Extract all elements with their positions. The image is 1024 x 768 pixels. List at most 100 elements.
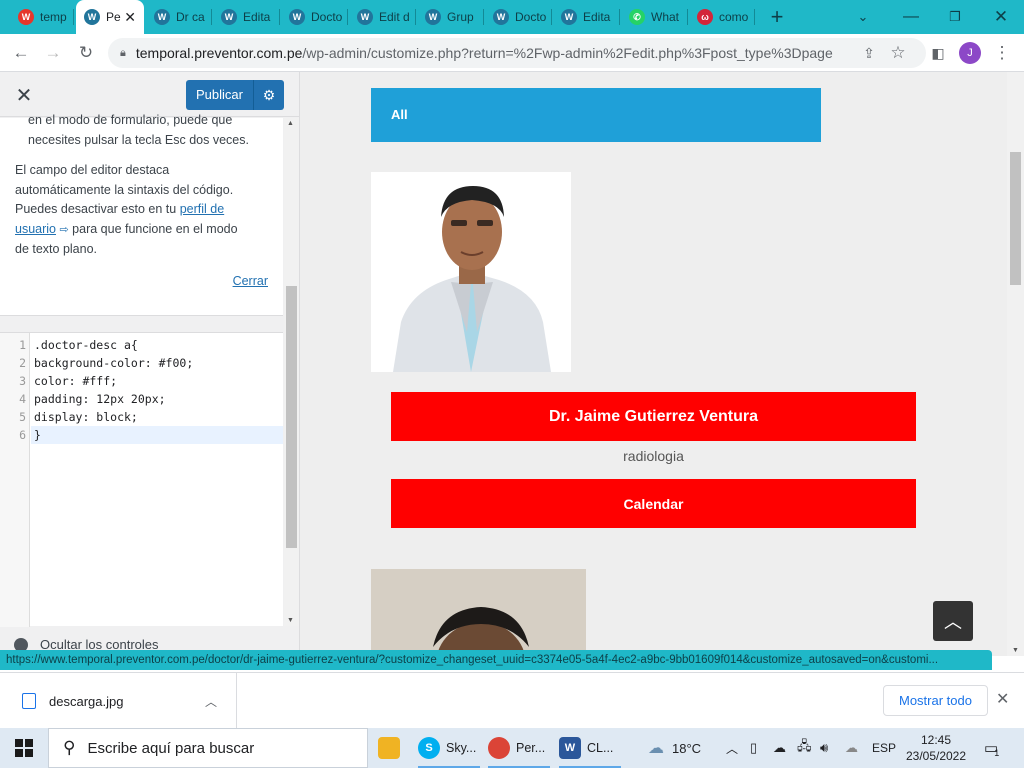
tab-whatsapp[interactable]: ✆ What xyxy=(621,0,688,34)
panel-scroll-thumb[interactable] xyxy=(286,286,297,548)
css-code-editor[interactable]: 1 2 3 4 5 6 .doctor-desc a{ background-c… xyxy=(0,332,283,627)
tab-active[interactable]: W Pe ✕ xyxy=(76,0,144,34)
close-help-link[interactable]: Cerrar xyxy=(233,274,268,288)
tab-grup[interactable]: W Grup xyxy=(417,0,484,34)
preview-scroll-thumb[interactable] xyxy=(1010,152,1021,285)
code-editor-help: en el modo de formulario, puede que nece… xyxy=(0,113,283,316)
code-line[interactable]: display: block; xyxy=(34,408,138,426)
address-bar[interactable]: 🔒︎ temporal.preventor.com.pe/wp-admin/cu… xyxy=(108,38,926,68)
code-line[interactable]: padding: 12px 20px; xyxy=(34,390,166,408)
battery-icon[interactable]: ▯ xyxy=(750,728,757,768)
calendar-button[interactable]: Calendar xyxy=(391,479,916,528)
profile-link-2[interactable]: usuario xyxy=(15,222,56,236)
tab-edita-2[interactable]: W Edita xyxy=(553,0,620,34)
tab-edit-d[interactable]: W Edit d xyxy=(349,0,416,34)
wordpress-icon: W xyxy=(357,9,373,25)
doctor-name-link[interactable]: Dr. Jaime Gutierrez Ventura xyxy=(391,392,916,441)
clock[interactable]: 12:45 23/05/2022 xyxy=(904,732,968,764)
forward-icon[interactable]: → xyxy=(40,40,66,66)
panel-scrollbar[interactable]: ▲ ▼ xyxy=(284,118,299,626)
back-icon[interactable]: ← xyxy=(8,40,34,66)
skype-icon: S xyxy=(418,737,440,759)
line-number: 1 xyxy=(19,338,26,352)
preview-scrollbar[interactable]: ▼ xyxy=(1007,72,1024,656)
profile-link[interactable]: perfil de xyxy=(180,202,224,216)
tab-como[interactable]: ω como xyxy=(689,0,755,34)
restore-icon[interactable]: ❐ xyxy=(940,0,970,34)
tab-temp[interactable]: W temp xyxy=(10,0,74,34)
cloud-sync-icon[interactable]: ☁ xyxy=(845,728,858,768)
doctor-specialty: radiologia xyxy=(623,448,684,464)
help-text-body: El campo del editor destaca automáticame… xyxy=(15,161,268,260)
cloud-icon: ☁ xyxy=(648,740,664,757)
tab-dr-ca[interactable]: W Dr ca xyxy=(146,0,212,34)
download-shelf: descarga.jpg ︿ Mostrar todo ✕ xyxy=(0,672,1024,729)
tab-label: Docto xyxy=(311,10,343,24)
show-hidden-icons-icon[interactable]: ︿ xyxy=(726,728,738,768)
close-window-icon[interactable]: ✕ xyxy=(984,0,1018,34)
show-all-button[interactable]: Mostrar todo xyxy=(883,685,988,716)
line-number: 6 xyxy=(19,428,26,442)
onedrive-icon[interactable]: ☁ xyxy=(773,728,786,768)
scroll-down-arrow-icon[interactable]: ▼ xyxy=(287,617,294,624)
download-filename: descarga.jpg xyxy=(49,693,124,709)
file-explorer-icon xyxy=(378,737,400,759)
minimize-icon[interactable]: — xyxy=(896,0,926,34)
side-panel-icon[interactable]: ◧ xyxy=(925,40,951,66)
taskbar-search-input[interactable]: ⚲ Escribe aquí para buscar xyxy=(48,728,368,768)
gear-icon[interactable]: ⚙ xyxy=(254,87,284,104)
profile-avatar[interactable]: J xyxy=(959,42,981,64)
doctor-photo-2[interactable] xyxy=(371,569,586,656)
language-indicator[interactable]: ESP xyxy=(872,728,896,768)
chrome-icon xyxy=(488,737,510,759)
code-line[interactable]: background-color: #f00; xyxy=(34,354,193,372)
new-tab-button[interactable]: + xyxy=(762,0,792,34)
taskbar-app-label: Per... xyxy=(516,741,546,755)
weather-widget[interactable]: ☁ 18°C xyxy=(648,728,701,768)
taskbar-app-skype[interactable]: S Sky... xyxy=(418,728,480,768)
tab-search-chevron-icon[interactable]: ⌄ xyxy=(850,0,876,34)
close-customizer-icon[interactable]: ✕ xyxy=(10,81,38,109)
reload-icon[interactable]: ↻ xyxy=(73,40,99,66)
chevron-up-icon[interactable]: ︿ xyxy=(205,693,217,710)
tab-label: Edit d xyxy=(379,10,410,24)
code-line[interactable]: color: #fff; xyxy=(34,372,117,390)
search-icon: ⚲ xyxy=(63,738,76,757)
taskbar-app-file-explorer[interactable] xyxy=(378,728,408,768)
external-link-icon: ⇨ xyxy=(59,223,69,236)
menu-dots-icon[interactable]: ⋮ xyxy=(989,40,1015,66)
browser-tab-strip: W temp W Pe ✕ W Dr ca W Edita W Docto W … xyxy=(0,0,1024,34)
tab-label: Dr ca xyxy=(176,10,205,24)
tab-edita[interactable]: W Edita xyxy=(213,0,280,34)
taskbar-app-word[interactable]: W CL... xyxy=(559,728,621,768)
notifications-icon[interactable]: ▭ 1 xyxy=(984,728,999,768)
line-number: 2 xyxy=(19,356,26,370)
wordpress-icon: W xyxy=(493,9,509,25)
doctor-portrait-image-2 xyxy=(371,569,586,656)
network-icon[interactable]: 🖧︎ xyxy=(797,728,812,768)
taskbar-app-label: CL... xyxy=(587,741,614,755)
volume-icon[interactable]: 🔊︎ xyxy=(820,728,828,768)
publish-label[interactable]: Publicar xyxy=(186,80,254,110)
scroll-down-arrow-icon[interactable]: ▼ xyxy=(1012,647,1019,654)
share-icon[interactable]: ⇪ xyxy=(856,40,882,66)
start-button[interactable] xyxy=(0,728,48,768)
scroll-to-top-button[interactable]: ︿ xyxy=(933,601,973,641)
code-line[interactable]: .doctor-desc a{ xyxy=(34,336,138,354)
filter-all-tab[interactable]: All xyxy=(371,88,821,142)
close-icon[interactable]: ✕ xyxy=(996,689,1009,709)
scroll-up-arrow-icon[interactable]: ▲ xyxy=(287,120,294,127)
tab-docto-2[interactable]: W Docto xyxy=(485,0,552,34)
download-item[interactable]: descarga.jpg ︿ xyxy=(0,673,237,729)
taskbar-app-chrome[interactable]: Per... xyxy=(488,728,550,768)
url-host: temporal.preventor.com.pe xyxy=(135,45,303,61)
close-tab-icon[interactable]: ✕ xyxy=(124,9,136,26)
chevron-up-icon: ︿ xyxy=(944,612,962,632)
publish-button[interactable]: Publicar ⚙ xyxy=(186,80,284,110)
tab-docto[interactable]: W Docto xyxy=(281,0,348,34)
wordpress-icon: W xyxy=(425,9,441,25)
doctor-photo[interactable] xyxy=(371,172,571,372)
url-path: /wp-admin/customize.php?return=%2Fwp-adm… xyxy=(302,45,833,61)
code-line[interactable]: } xyxy=(34,426,41,444)
bookmark-star-icon[interactable]: ☆ xyxy=(885,40,911,66)
